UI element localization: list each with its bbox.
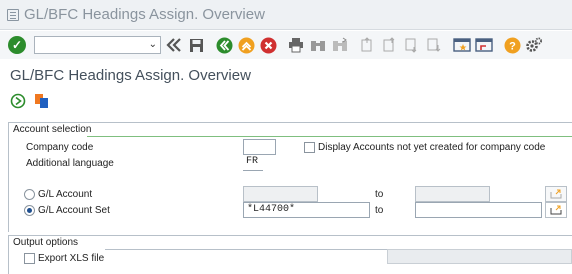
command-field[interactable]: ⌄ xyxy=(34,36,161,54)
variant-icon[interactable] xyxy=(34,93,50,112)
gl-account-to-field[interactable] xyxy=(415,186,490,202)
gl-account-set-to-label: to xyxy=(375,204,384,216)
gl-account-set-to-field[interactable] xyxy=(415,202,542,218)
execute-icon[interactable] xyxy=(10,93,26,112)
find-next-icon[interactable] xyxy=(331,36,349,54)
display-accounts-row: Display Accounts not yet created for com… xyxy=(304,139,545,155)
account-selection-header: Account selection xyxy=(9,123,572,137)
additional-language-label: Additional language xyxy=(26,157,114,169)
settings-icon[interactable] xyxy=(525,36,543,54)
gl-account-set-from-field[interactable]: *L44700* xyxy=(243,202,370,218)
export-xls-checkbox[interactable] xyxy=(24,252,35,264)
gl-account-set-label: G/L Account Set xyxy=(38,204,110,216)
page-title: GL/BFC Headings Assign. Overview xyxy=(10,67,251,84)
output-options-header: Output options xyxy=(9,236,572,250)
next-page-icon[interactable] xyxy=(403,36,421,54)
display-accounts-checkbox[interactable] xyxy=(304,141,315,153)
svg-text:?: ? xyxy=(509,40,516,52)
chevron-down-icon[interactable]: ⌄ xyxy=(149,39,157,50)
company-code-field[interactable] xyxy=(243,139,276,155)
gl-account-row: G/L Account xyxy=(24,186,92,202)
gl-account-radio[interactable] xyxy=(24,188,35,200)
gl-account-set-row: G/L Account Set xyxy=(24,202,110,218)
export-xls-row: Export XLS file xyxy=(24,250,104,266)
company-code-label: Company code xyxy=(26,141,94,153)
window-title: GL/BFC Headings Assign. Overview xyxy=(24,6,265,23)
gl-account-set-to-row: to xyxy=(375,202,383,218)
first-page-icon[interactable] xyxy=(359,36,377,54)
print-icon[interactable] xyxy=(287,36,305,54)
command-input[interactable] xyxy=(35,37,160,53)
gl-account-set-radio[interactable] xyxy=(24,204,35,216)
help-icon[interactable]: ? xyxy=(503,36,521,54)
display-accounts-label: Display Accounts not yet created for com… xyxy=(318,141,546,153)
gl-account-to-row: to xyxy=(375,186,383,202)
exit-icon[interactable] xyxy=(237,36,255,54)
multiple-selection-icon xyxy=(550,189,562,199)
cancel-icon[interactable] xyxy=(259,36,277,54)
multiple-selection-icon xyxy=(550,205,562,215)
new-session-icon[interactable] xyxy=(453,36,471,54)
back-icon[interactable] xyxy=(215,36,233,54)
additional-language-field[interactable]: FR xyxy=(243,155,263,171)
save-icon[interactable] xyxy=(187,36,205,54)
gl-account-multiple-selection-button[interactable] xyxy=(545,186,567,202)
shortcut-icon[interactable] xyxy=(475,36,493,54)
find-icon[interactable] xyxy=(309,36,327,54)
gl-account-to-label: to xyxy=(375,188,384,200)
last-page-icon[interactable] xyxy=(425,36,443,54)
gl-account-label: G/L Account xyxy=(38,188,93,200)
export-xls-label: Export XLS file xyxy=(38,252,105,264)
company-code-row: Company code xyxy=(26,139,93,155)
additional-language-row: Additional language xyxy=(26,155,114,171)
menu-icon[interactable] xyxy=(7,8,19,21)
back-double-icon[interactable] xyxy=(165,36,183,54)
application-toolbar xyxy=(10,93,50,112)
prev-page-icon[interactable] xyxy=(381,36,399,54)
window-title-bar: GL/BFC Headings Assign. Overview xyxy=(0,0,572,30)
export-xls-path-field[interactable] xyxy=(387,249,572,264)
gl-account-set-multiple-selection-button[interactable] xyxy=(545,202,567,218)
gl-account-from-field[interactable] xyxy=(243,186,318,202)
ok-icon[interactable]: ✓ xyxy=(8,36,26,54)
system-toolbar: ✓ ⌄ ? xyxy=(0,31,572,59)
